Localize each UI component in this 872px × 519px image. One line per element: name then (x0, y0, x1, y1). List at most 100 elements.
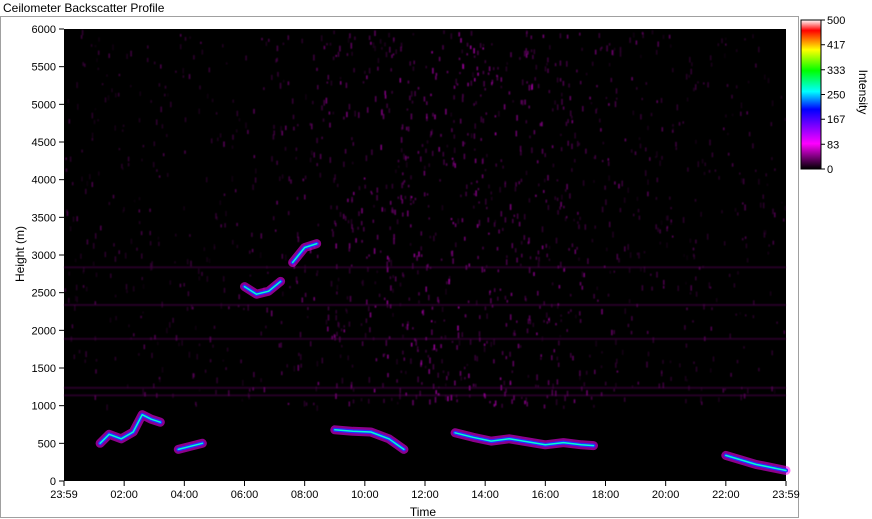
noise-speck (637, 208, 640, 213)
noise-speck (114, 256, 117, 262)
noise-speck (138, 209, 141, 213)
noise-speck (352, 399, 355, 404)
noise-speck (589, 354, 591, 358)
noise-speck (166, 173, 169, 177)
noise-speck (546, 62, 548, 66)
noise-speck (339, 77, 342, 80)
noise-speck (76, 82, 78, 89)
noise-speck (608, 63, 611, 67)
noise-band (64, 394, 786, 397)
noise-speck (365, 155, 368, 162)
noise-speck (686, 379, 688, 382)
noise-speck (737, 212, 739, 216)
noise-speck (291, 98, 294, 104)
noise-speck (350, 264, 353, 267)
noise-speck (351, 51, 353, 56)
noise-speck (677, 285, 679, 291)
noise-speck (468, 373, 470, 379)
noise-speck (212, 344, 214, 348)
noise-speck (333, 334, 336, 338)
noise-speck (461, 332, 464, 337)
noise-speck (420, 362, 422, 367)
noise-speck (412, 33, 415, 36)
noise-speck (317, 223, 320, 227)
noise-speck (426, 113, 428, 119)
noise-speck (326, 81, 329, 84)
noise-speck (689, 238, 692, 243)
noise-speck (663, 279, 665, 285)
noise-speck (527, 374, 530, 378)
noise-speck (537, 290, 539, 296)
noise-speck (508, 91, 511, 95)
noise-speck (574, 132, 576, 139)
noise-speck (241, 398, 244, 402)
noise-speck (245, 55, 247, 61)
noise-speck (331, 229, 334, 232)
noise-speck (316, 163, 318, 167)
noise-speck (457, 332, 460, 338)
noise-speck (623, 197, 626, 203)
noise-speck (339, 354, 342, 358)
noise-speck (724, 37, 727, 41)
noise-speck (734, 208, 737, 212)
noise-speck (186, 259, 189, 265)
noise-speck (453, 85, 456, 89)
noise-speck (304, 194, 306, 200)
noise-speck (157, 341, 159, 346)
noise-speck (647, 125, 649, 131)
noise-speck (729, 333, 731, 339)
noise-speck (149, 230, 151, 236)
noise-speck (483, 81, 485, 87)
noise-speck (319, 172, 322, 178)
noise-speck (281, 174, 284, 179)
noise-speck (374, 45, 376, 52)
noise-speck (198, 343, 201, 347)
noise-speck (470, 80, 473, 86)
noise-speck (541, 226, 544, 233)
noise-speck (138, 197, 141, 201)
noise-speck (523, 50, 526, 57)
noise-speck (426, 101, 428, 105)
noise-speck (276, 71, 279, 77)
noise-speck (693, 361, 695, 364)
noise-speck (682, 121, 684, 124)
noise-speck (412, 400, 414, 406)
noise-speck (488, 232, 490, 235)
noise-speck (571, 168, 573, 172)
noise-speck (646, 330, 649, 334)
noise-speck (744, 204, 746, 211)
noise-speck (497, 296, 499, 301)
noise-speck (576, 141, 579, 147)
noise-speck (721, 38, 723, 44)
noise-speck (166, 134, 168, 138)
noise-speck (240, 359, 242, 364)
noise-speck (138, 353, 140, 356)
noise-speck (585, 148, 587, 154)
noise-speck (402, 350, 404, 355)
noise-speck (316, 405, 318, 411)
noise-speck (405, 326, 407, 329)
noise-speck (524, 99, 526, 105)
noise-speck (319, 153, 322, 160)
noise-speck (309, 341, 312, 347)
noise-speck (384, 42, 386, 47)
noise-speck (467, 300, 470, 303)
noise-speck (678, 122, 681, 126)
noise-speck (188, 74, 191, 79)
noise-speck (771, 157, 773, 161)
noise-speck (566, 329, 568, 332)
noise-speck (655, 156, 657, 159)
noise-speck (615, 88, 618, 94)
noise-speck (279, 176, 281, 181)
noise-speck (377, 58, 380, 63)
noise-speck (731, 163, 734, 167)
noise-speck (548, 245, 551, 250)
noise-speck (746, 258, 749, 263)
noise-speck (309, 123, 312, 126)
noise-speck (364, 70, 366, 74)
noise-speck (224, 223, 226, 228)
noise-speck (313, 402, 315, 406)
colorbar-tick-label: 417 (827, 40, 845, 52)
noise-speck (425, 286, 427, 292)
noise-speck (403, 180, 406, 183)
